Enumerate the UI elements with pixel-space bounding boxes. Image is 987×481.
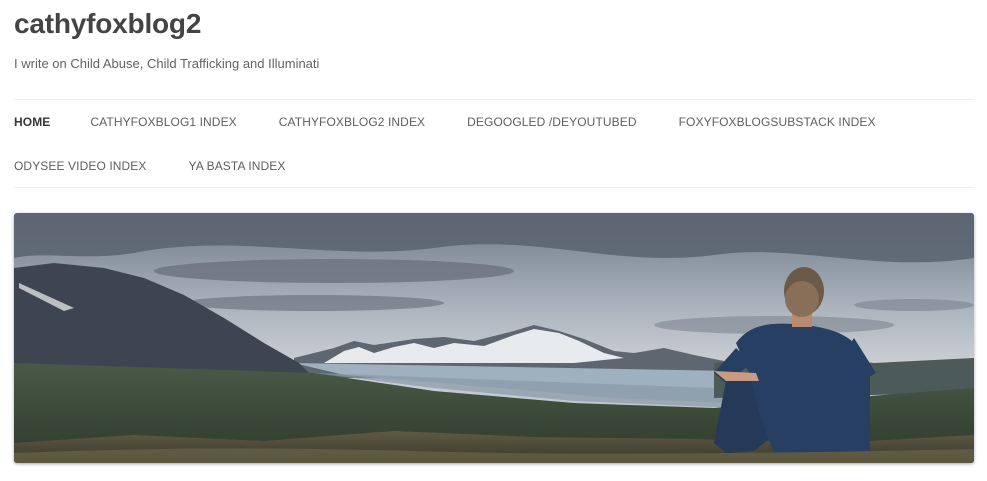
- site-header: cathyfoxblog2 I write on Child Abuse, Ch…: [0, 0, 987, 481]
- nav-item-degoogled[interactable]: DEGOOGLED /DEYOUTUBED: [467, 115, 636, 129]
- nav-item-cathyfoxblog2-index[interactable]: CATHYFOXBLOG2 INDEX: [279, 115, 425, 129]
- nav-row-1: HOME CATHYFOXBLOG1 INDEX CATHYFOXBLOG2 I…: [14, 100, 918, 144]
- site-description: I write on Child Abuse, Child Traffickin…: [14, 56, 320, 71]
- header-banner-image[interactable]: [14, 213, 974, 463]
- nav-item-odysee-video-index[interactable]: ODYSEE VIDEO INDEX: [14, 159, 147, 173]
- main-navigation: HOME CATHYFOXBLOG1 INDEX CATHYFOXBLOG2 I…: [14, 99, 974, 188]
- nav-item-home[interactable]: HOME: [14, 115, 50, 129]
- nav-item-foxyfoxblogsubstack-index[interactable]: FOXYFOXBLOGSUBSTACK INDEX: [679, 115, 876, 129]
- site-title[interactable]: cathyfoxblog2: [14, 8, 201, 40]
- banner-landscape: [14, 213, 974, 463]
- nav-item-ya-basta-index[interactable]: YA BASTA INDEX: [189, 159, 286, 173]
- nav-item-cathyfoxblog1-index[interactable]: CATHYFOXBLOG1 INDEX: [90, 115, 236, 129]
- nav-row-2: ODYSEE VIDEO INDEX YA BASTA INDEX: [14, 144, 328, 188]
